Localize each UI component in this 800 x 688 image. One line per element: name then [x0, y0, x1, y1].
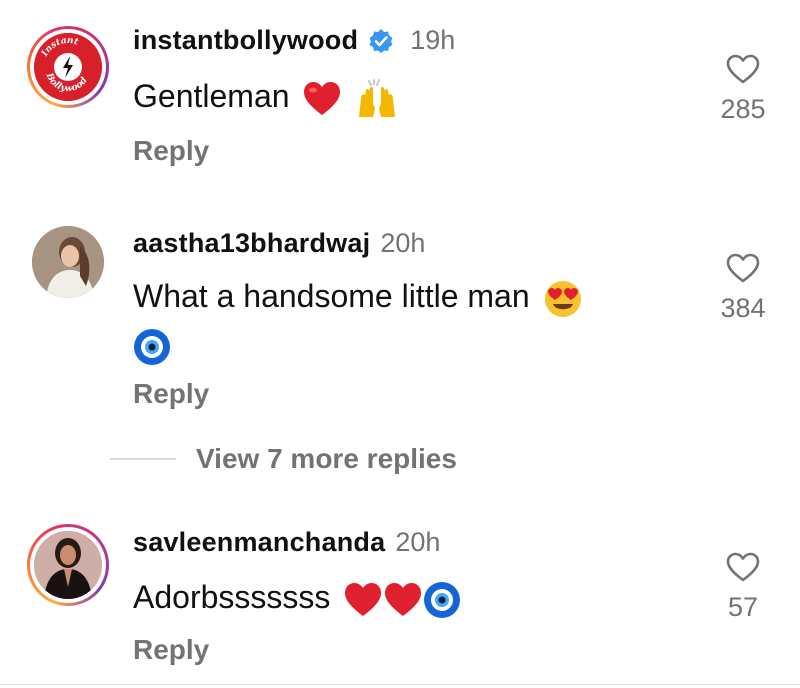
red-heart-icon — [304, 81, 341, 115]
like-count: 57 — [727, 592, 759, 622]
comment-text: What a handsome little man — [133, 272, 693, 368]
reply-button[interactable]: Reply — [133, 378, 209, 410]
avatar[interactable] — [27, 524, 109, 606]
user-photo-icon — [34, 531, 102, 599]
bottom-divider — [0, 684, 800, 685]
instant-bollywood-logo-icon: Instant Bollywood — [34, 33, 102, 101]
heart-outline-icon[interactable] — [726, 54, 760, 84]
reply-button[interactable]: Reply — [133, 135, 209, 167]
like-section: 57 — [703, 552, 783, 623]
view-more-replies[interactable]: View 7 more replies — [110, 443, 457, 475]
comment-text: Adorbsssssss — [133, 573, 693, 621]
comment-time: 19h — [410, 25, 456, 55]
divider — [110, 458, 176, 460]
like-section: 384 — [703, 253, 783, 324]
like-section: 285 — [703, 54, 783, 125]
comment-text: Gentleman — [133, 72, 693, 120]
view-more-replies-label[interactable]: View 7 more replies — [196, 443, 457, 475]
heart-outline-icon[interactable] — [726, 552, 760, 582]
nazar-amulet-icon — [134, 328, 170, 365]
comment-time: 20h — [380, 228, 426, 258]
username[interactable]: savleenmanchanda — [133, 527, 385, 558]
raising-hands-icon — [359, 78, 396, 117]
like-count: 285 — [720, 94, 766, 124]
heart-outline-icon[interactable] — [726, 253, 760, 283]
username[interactable]: instantbollywood — [133, 25, 358, 56]
reply-button[interactable]: Reply — [133, 634, 209, 666]
user-photo-icon — [32, 226, 104, 298]
avatar[interactable] — [27, 221, 109, 303]
like-count: 384 — [720, 293, 766, 323]
comment-time: 20h — [395, 527, 441, 557]
verified-badge-icon — [369, 28, 393, 53]
avatar[interactable]: Instant Bollywood — [27, 26, 109, 108]
red-heart-icon — [345, 582, 382, 616]
username[interactable]: aastha13bhardwaj — [133, 228, 370, 259]
heart-eyes-emoji-icon — [544, 280, 581, 317]
red-heart-icon — [385, 582, 422, 616]
nazar-amulet-icon — [424, 581, 461, 618]
